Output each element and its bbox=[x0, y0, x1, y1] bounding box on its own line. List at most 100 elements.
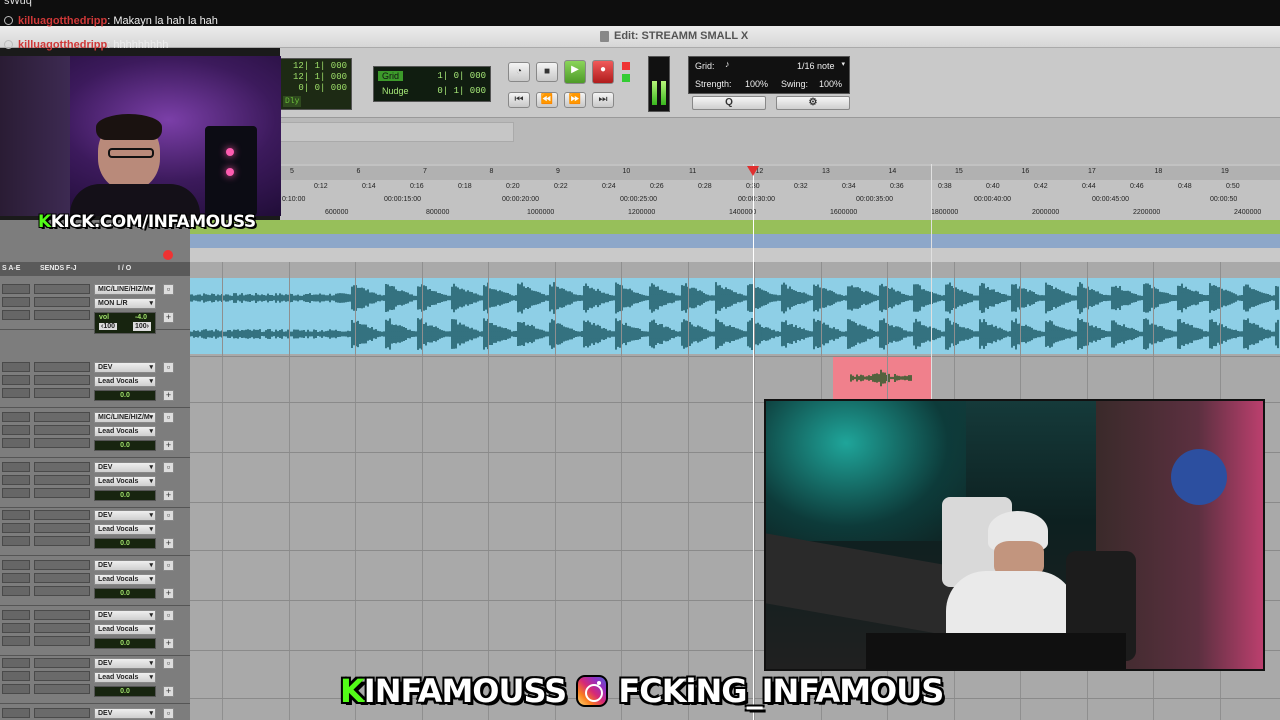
insert-slot[interactable] bbox=[2, 586, 30, 596]
send-slot[interactable] bbox=[34, 388, 90, 398]
return-to-zero-button[interactable]: ⏮ bbox=[508, 92, 530, 108]
volume-display[interactable]: 0.0 bbox=[94, 638, 156, 649]
output-selector[interactable]: Lead Vocals bbox=[94, 624, 156, 635]
send-slot[interactable] bbox=[34, 362, 90, 372]
meter-ruler[interactable] bbox=[190, 248, 1280, 262]
output-window-icon[interactable]: ▫ bbox=[163, 412, 174, 423]
q-grid-value[interactable]: 1/16 note bbox=[797, 61, 835, 71]
insert-slot[interactable] bbox=[2, 658, 30, 668]
insert-slot[interactable] bbox=[2, 671, 30, 681]
insert-slot[interactable] bbox=[2, 610, 30, 620]
send-slot[interactable] bbox=[34, 684, 90, 694]
output-selector[interactable]: Lead Vocals bbox=[94, 376, 156, 387]
input-selector[interactable]: DEV bbox=[94, 362, 156, 373]
insert-slot[interactable] bbox=[2, 310, 30, 320]
audio-region-vocal[interactable] bbox=[833, 356, 931, 400]
play-button[interactable]: ▶ bbox=[564, 60, 586, 84]
insert-slot[interactable] bbox=[2, 388, 30, 398]
output-window-icon[interactable]: ▫ bbox=[163, 462, 174, 473]
output-window-icon[interactable]: ▫ bbox=[163, 560, 174, 571]
dly-toggle[interactable]: Dly bbox=[283, 96, 302, 107]
grid-row[interactable]: Grid 1| 0| 000 bbox=[378, 70, 486, 84]
output-selector[interactable]: Lead Vocals bbox=[94, 524, 156, 535]
send-slot[interactable] bbox=[34, 523, 90, 533]
volume-display[interactable]: 0.0 bbox=[94, 440, 156, 451]
nudge-row[interactable]: Nudge 0| 1| 000 bbox=[378, 85, 486, 99]
output-selector[interactable]: MON L/R bbox=[94, 298, 156, 309]
fast-forward-button[interactable]: ⏩ bbox=[564, 92, 586, 108]
send-slot[interactable] bbox=[34, 310, 90, 320]
output-selector[interactable]: Lead Vocals bbox=[94, 574, 156, 585]
insert-slot[interactable] bbox=[2, 708, 30, 718]
insert-slot[interactable] bbox=[2, 462, 30, 472]
record-enable-icon[interactable] bbox=[163, 250, 173, 260]
volume-display[interactable]: 0.0 bbox=[94, 538, 156, 549]
volume-pan-display[interactable]: vol -4.0 ‹100 100› bbox=[94, 312, 156, 334]
pan-right[interactable]: 100› bbox=[132, 322, 151, 331]
input-selector[interactable]: MIC/LINE/HIZ/M bbox=[94, 284, 156, 295]
insert-slot[interactable] bbox=[2, 684, 30, 694]
insert-slot[interactable] bbox=[2, 425, 30, 435]
stop-button[interactable]: ■ bbox=[536, 62, 558, 82]
input-selector[interactable]: DEV bbox=[94, 510, 156, 521]
insert-slot[interactable] bbox=[2, 284, 30, 294]
insert-slot[interactable] bbox=[2, 573, 30, 583]
rewind-button[interactable]: ⏪ bbox=[536, 92, 558, 108]
output-selector[interactable]: Lead Vocals bbox=[94, 426, 156, 437]
send-slot[interactable] bbox=[34, 610, 90, 620]
send-slot[interactable] bbox=[34, 708, 90, 718]
send-slot[interactable] bbox=[34, 425, 90, 435]
add-icon[interactable]: + bbox=[163, 686, 174, 697]
minsecs-ruler[interactable]: 0:120:140:160:180:200:220:240:260:280:30… bbox=[280, 181, 1280, 195]
insert-slot[interactable] bbox=[2, 560, 30, 570]
input-selector[interactable]: DEV bbox=[94, 560, 156, 571]
output-selector[interactable]: Lead Vocals bbox=[94, 476, 156, 487]
insert-slot[interactable] bbox=[2, 636, 30, 646]
add-icon[interactable]: + bbox=[163, 312, 174, 323]
insert-slot[interactable] bbox=[2, 623, 30, 633]
input-selector[interactable]: DEV bbox=[94, 708, 156, 719]
send-slot[interactable] bbox=[34, 510, 90, 520]
volume-display[interactable]: 0.0 bbox=[94, 588, 156, 599]
nudge-label[interactable]: Nudge bbox=[378, 86, 413, 96]
grid-value[interactable]: 1| 0| 000 bbox=[437, 71, 486, 81]
send-slot[interactable] bbox=[34, 412, 90, 422]
output-window-icon[interactable]: ▫ bbox=[163, 510, 174, 521]
input-selector[interactable]: MIC/LINE/HIZ/M bbox=[94, 412, 156, 423]
insert-slot[interactable] bbox=[2, 412, 30, 422]
add-icon[interactable]: + bbox=[163, 588, 174, 599]
markers-ruler[interactable] bbox=[190, 220, 1280, 234]
online-button[interactable]: ◔ bbox=[508, 62, 530, 82]
quantize-settings-button[interactable]: ⚙ bbox=[776, 96, 850, 110]
strength-value[interactable]: 100% bbox=[745, 79, 768, 89]
output-window-icon[interactable]: ▫ bbox=[163, 284, 174, 295]
send-slot[interactable] bbox=[34, 560, 90, 570]
grid-label[interactable]: Grid bbox=[378, 71, 404, 81]
output-selector[interactable]: Lead Vocals bbox=[94, 672, 156, 683]
insert-slot[interactable] bbox=[2, 475, 30, 485]
add-icon[interactable]: + bbox=[163, 538, 174, 549]
send-slot[interactable] bbox=[34, 586, 90, 596]
swing-value[interactable]: 100% bbox=[819, 79, 842, 89]
send-slot[interactable] bbox=[34, 284, 90, 294]
add-icon[interactable]: + bbox=[163, 490, 174, 501]
send-slot[interactable] bbox=[34, 636, 90, 646]
send-slot[interactable] bbox=[34, 297, 90, 307]
add-icon[interactable]: + bbox=[163, 638, 174, 649]
quantize-button[interactable]: Q bbox=[692, 96, 766, 110]
send-slot[interactable] bbox=[34, 488, 90, 498]
add-icon[interactable]: + bbox=[163, 390, 174, 401]
insert-slot[interactable] bbox=[2, 510, 30, 520]
volume-display[interactable]: 0.0 bbox=[94, 686, 156, 697]
insert-slot[interactable] bbox=[2, 362, 30, 372]
insert-slot[interactable] bbox=[2, 297, 30, 307]
send-slot[interactable] bbox=[34, 573, 90, 583]
insert-slot[interactable] bbox=[2, 375, 30, 385]
insert-slot[interactable] bbox=[2, 536, 30, 546]
insert-slot[interactable] bbox=[2, 523, 30, 533]
audio-region-beat[interactable] bbox=[189, 278, 1280, 354]
send-slot[interactable] bbox=[34, 475, 90, 485]
go-to-end-button[interactable]: ⏭ bbox=[592, 92, 614, 108]
q-grid-dropdown-icon[interactable]: ▾ bbox=[841, 60, 845, 68]
insert-slot[interactable] bbox=[2, 488, 30, 498]
